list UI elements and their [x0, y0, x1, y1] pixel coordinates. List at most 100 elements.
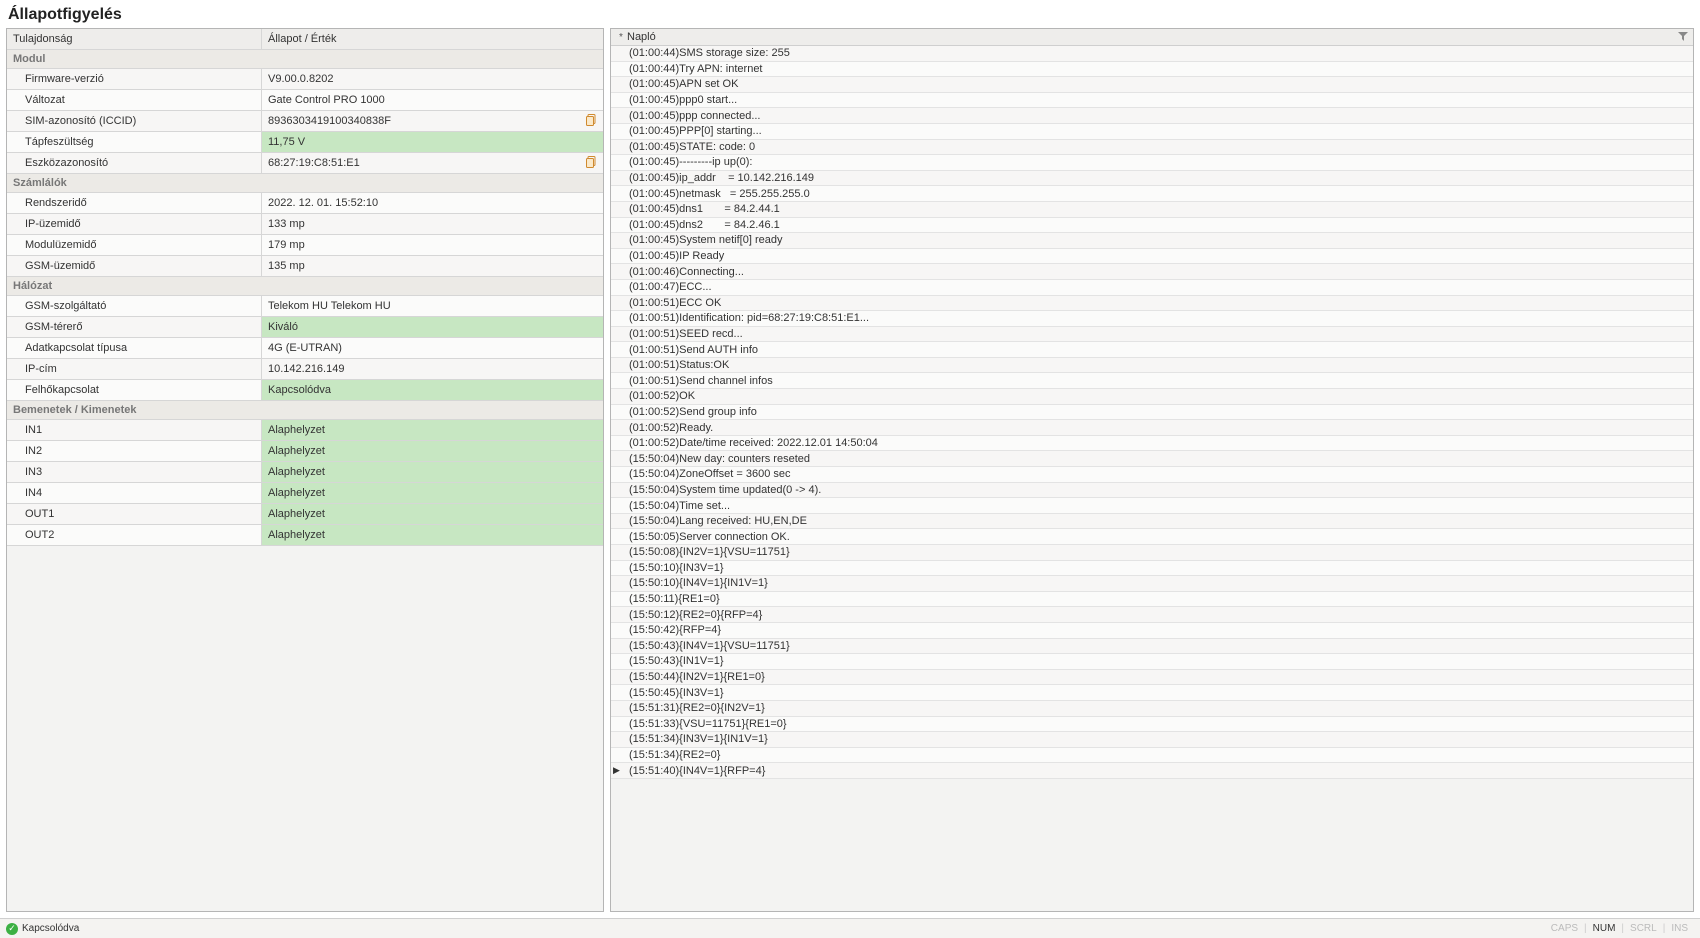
log-filter-icon[interactable] [1677, 31, 1689, 43]
log-row[interactable]: (15:51:33){VSU=11751}{RE1=0} [611, 717, 1693, 733]
log-row[interactable]: (01:00:47)ECC... [611, 280, 1693, 296]
log-row[interactable]: ▶(15:51:40){IN4V=1}{RFP=4} [611, 763, 1693, 779]
log-row[interactable]: (01:00:52)Ready. [611, 420, 1693, 436]
log-row[interactable]: (01:00:45)STATE: code: 0 [611, 140, 1693, 156]
table-row: Rendszeridő2022. 12. 01. 15:52:10 [7, 193, 603, 214]
log-row[interactable]: (01:00:45)ppp0 start... [611, 93, 1693, 109]
log-message: (15:50:04)Lang received: HU,EN,DE [625, 514, 811, 528]
log-row[interactable]: (01:00:45)System netif[0] ready [611, 233, 1693, 249]
property-cell: GSM-szolgáltató [7, 296, 262, 316]
log-row[interactable]: (01:00:45)PPP[0] starting... [611, 124, 1693, 140]
log-message: (15:50:10){IN3V=1} [625, 561, 728, 575]
header-value: Állapot / Érték [262, 29, 603, 49]
log-row[interactable]: (01:00:44)SMS storage size: 255 [611, 46, 1693, 62]
log-message: (15:51:33){VSU=11751}{RE1=0} [625, 717, 791, 731]
log-row[interactable]: (01:00:52)Date/time received: 2022.12.01… [611, 436, 1693, 452]
property-cell: IN1 [7, 420, 262, 440]
main-split: Tulajdonság Állapot / Érték ModulFirmwar… [0, 28, 1700, 918]
property-cell: IN4 [7, 483, 262, 503]
table-row: Eszközazonosító68:27:19:C8:51:E1 [7, 153, 603, 174]
property-cell: GSM-térerő [7, 317, 262, 337]
log-row[interactable]: (15:50:10){IN4V=1}{IN1V=1} [611, 576, 1693, 592]
section-header[interactable]: Bemenetek / Kimenetek [7, 401, 603, 420]
log-row[interactable]: (15:50:42){RFP=4} [611, 623, 1693, 639]
value-cell: Alaphelyzet [262, 483, 603, 503]
value-cell: Telekom HU Telekom HU [262, 296, 603, 316]
log-row[interactable]: (01:00:45)netmask = 255.255.255.0 [611, 186, 1693, 202]
log-row[interactable]: (15:50:43){IN1V=1} [611, 654, 1693, 670]
log-row[interactable]: (01:00:45)ppp connected... [611, 108, 1693, 124]
log-row[interactable]: (01:00:51)SEED recd... [611, 327, 1693, 343]
property-cell: SIM-azonosító (ICCID) [7, 111, 262, 131]
property-cell: Eszközazonosító [7, 153, 262, 173]
value-cell: V9.00.0.8202 [262, 69, 603, 89]
log-message: (15:50:43){IN1V=1} [625, 654, 728, 668]
log-row[interactable]: (01:00:46)Connecting... [611, 264, 1693, 280]
log-message: (01:00:51)Identification: pid=68:27:19:C… [625, 311, 873, 325]
value-cell: 11,75 V [262, 132, 603, 152]
log-row[interactable]: (01:00:52)OK [611, 389, 1693, 405]
table-row: VáltozatGate Control PRO 1000 [7, 90, 603, 111]
value-cell: Alaphelyzet [262, 462, 603, 482]
log-row[interactable]: (15:50:04)Lang received: HU,EN,DE [611, 514, 1693, 530]
log-message: (01:00:51)Send channel infos [625, 374, 777, 388]
log-row[interactable]: (01:00:52)Send group info [611, 405, 1693, 421]
log-row[interactable]: (15:50:10){IN3V=1} [611, 561, 1693, 577]
log-row[interactable]: (01:00:44)Try APN: internet [611, 62, 1693, 78]
log-message: (15:50:04)ZoneOffset = 3600 sec [625, 467, 795, 481]
table-row: Firmware-verzióV9.00.0.8202 [7, 69, 603, 90]
log-message: (15:50:43){IN4V=1}{VSU=11751} [625, 639, 794, 653]
log-row[interactable]: (01:00:51)Send channel infos [611, 373, 1693, 389]
copy-icon[interactable] [585, 113, 599, 127]
log-row[interactable]: (01:00:45)APN set OK [611, 77, 1693, 93]
log-row[interactable]: (15:50:45){IN3V=1} [611, 685, 1693, 701]
log-row[interactable]: (15:50:08){IN2V=1}{VSU=11751} [611, 545, 1693, 561]
section-header[interactable]: Hálózat [7, 277, 603, 296]
log-row[interactable]: (01:00:45)---------ip up(0): [611, 155, 1693, 171]
value-cell: 2022. 12. 01. 15:52:10 [262, 193, 603, 213]
log-message: (15:51:40){IN4V=1}{RFP=4} [625, 764, 769, 778]
copy-icon[interactable] [585, 155, 599, 169]
log-row[interactable]: (15:50:04)Time set... [611, 498, 1693, 514]
log-message: (01:00:45)dns1 = 84.2.44.1 [625, 202, 784, 216]
section-header[interactable]: Modul [7, 50, 603, 69]
log-message: (15:50:04)Time set... [625, 499, 734, 513]
log-row[interactable]: (15:50:04)New day: counters reseted [611, 451, 1693, 467]
log-row[interactable]: (15:50:04)System time updated(0 -> 4). [611, 483, 1693, 499]
log-message: (15:50:10){IN4V=1}{IN1V=1} [625, 576, 772, 590]
value-cell: Alaphelyzet [262, 420, 603, 440]
log-row[interactable]: (15:50:04)ZoneOffset = 3600 sec [611, 467, 1693, 483]
log-row[interactable]: (15:50:12){RE2=0}{RFP=4} [611, 607, 1693, 623]
log-row[interactable]: (15:50:44){IN2V=1}{RE1=0} [611, 670, 1693, 686]
log-message: (01:00:45)ppp connected... [625, 109, 764, 123]
log-body[interactable]: (01:00:44)SMS storage size: 255(01:00:44… [611, 46, 1693, 911]
table-row: Adatkapcsolat típusa4G (E-UTRAN) [7, 338, 603, 359]
value-cell: Gate Control PRO 1000 [262, 90, 603, 110]
log-message: (01:00:45)IP Ready [625, 249, 728, 263]
log-row[interactable]: (01:00:51)Send AUTH info [611, 342, 1693, 358]
value-cell: 179 mp [262, 235, 603, 255]
log-row[interactable]: (01:00:45)ip_addr = 10.142.216.149 [611, 171, 1693, 187]
log-message: (01:00:45)System netif[0] ready [625, 233, 786, 247]
log-message: (15:50:04)System time updated(0 -> 4). [625, 483, 825, 497]
log-row[interactable]: (15:51:34){RE2=0} [611, 748, 1693, 764]
log-row[interactable]: (15:51:34){IN3V=1}{IN1V=1} [611, 732, 1693, 748]
log-message: (15:51:34){RE2=0} [625, 748, 724, 762]
log-row[interactable]: (01:00:45)dns2 = 84.2.46.1 [611, 218, 1693, 234]
value-cell: Alaphelyzet [262, 504, 603, 524]
log-header-label: Napló [627, 31, 1677, 43]
log-row[interactable]: (15:50:11){RE1=0} [611, 592, 1693, 608]
log-row[interactable]: (01:00:51)Status:OK [611, 358, 1693, 374]
log-message: (15:50:45){IN3V=1} [625, 686, 728, 700]
value-cell: Kiváló [262, 317, 603, 337]
log-row[interactable]: (15:51:31){RE2=0}{IN2V=1} [611, 701, 1693, 717]
log-row[interactable]: (01:00:51)Identification: pid=68:27:19:C… [611, 311, 1693, 327]
section-header[interactable]: Számlálók [7, 174, 603, 193]
log-row[interactable]: (01:00:45)dns1 = 84.2.44.1 [611, 202, 1693, 218]
log-row[interactable]: (01:00:45)IP Ready [611, 249, 1693, 265]
log-row[interactable]: (15:50:05)Server connection OK. [611, 529, 1693, 545]
table-row: GSM-térerőKiváló [7, 317, 603, 338]
log-row[interactable]: (01:00:51)ECC OK [611, 296, 1693, 312]
property-cell: OUT1 [7, 504, 262, 524]
log-row[interactable]: (15:50:43){IN4V=1}{VSU=11751} [611, 639, 1693, 655]
